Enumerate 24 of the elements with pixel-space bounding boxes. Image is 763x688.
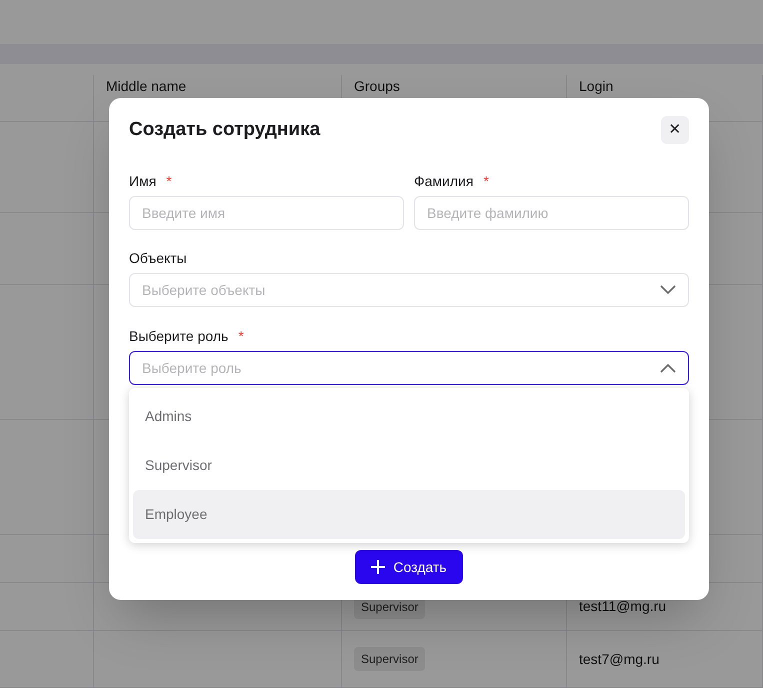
dropdown-option[interactable]: Supervisor (133, 441, 685, 490)
dialog-title: Создать сотрудника (129, 118, 320, 142)
field-label: Имя (129, 172, 156, 190)
create-button[interactable]: Создать (355, 550, 463, 584)
dropdown-option[interactable]: Admins (133, 392, 685, 441)
text-input-field[interactable]: Введите фамилию (414, 196, 689, 230)
column-header: Login (579, 78, 614, 94)
field-label: Объекты (129, 248, 187, 268)
close-button[interactable]: ✕ (661, 116, 689, 144)
chevron-up-icon (660, 363, 676, 373)
text-input-field[interactable]: Введите имя (129, 196, 404, 230)
required-mark: * (483, 172, 489, 190)
required-mark: * (166, 172, 172, 190)
field-label: Фамилия (414, 172, 474, 190)
group-tag: Supervisor (354, 647, 426, 671)
login-cell-text: test7@mg.ru (579, 650, 660, 669)
login-cell-text: test11@mg.ru (579, 597, 666, 616)
column-header: Middle name (106, 78, 186, 94)
field-label: Выберите роль (129, 326, 228, 346)
column-header: Groups (354, 78, 400, 94)
dropdown-option[interactable]: Employee (133, 490, 685, 539)
required-mark: * (238, 326, 244, 346)
plus-icon (371, 560, 386, 574)
chevron-down-icon (660, 285, 676, 295)
